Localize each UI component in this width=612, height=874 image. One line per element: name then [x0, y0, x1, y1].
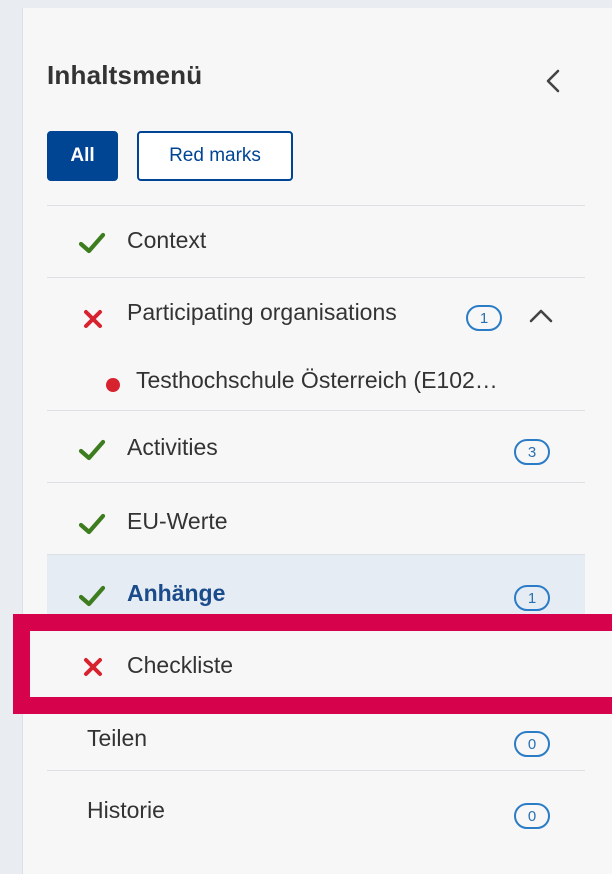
menu-item-label: Historie	[87, 797, 165, 823]
menu-item-label: Participating organisations	[127, 299, 397, 325]
menu-item-label: Activities	[127, 434, 218, 460]
menu-item-activities[interactable]: Activities 3	[47, 410, 585, 482]
collapse-panel-button[interactable]	[539, 66, 567, 96]
filter-red-marks-button[interactable]: Red marks	[137, 131, 293, 181]
count-badge: 3	[514, 439, 550, 465]
menu-item-checkliste[interactable]: Checkliste	[47, 626, 585, 698]
cross-icon	[78, 652, 108, 682]
menu-item-label: Teilen	[87, 725, 148, 751]
submenu-item-label: Testhochschule Österreich (E102…	[136, 367, 498, 393]
menu-item-participating-organisations[interactable]: Participating organisations 1 Testhochsc…	[47, 277, 585, 410]
count-badge: 0	[514, 731, 550, 757]
menu-item-anhaenge[interactable]: Anhänge 1	[47, 554, 585, 626]
menu-item-label: Context	[127, 227, 207, 253]
count-badge: 1	[514, 585, 550, 611]
cross-icon	[78, 304, 108, 334]
menu-item-label: EU-Werte	[127, 508, 228, 534]
count-badge: 1	[466, 305, 502, 331]
checkmark-icon	[77, 509, 107, 539]
menu-item-context[interactable]: Context	[47, 205, 585, 277]
chevron-left-icon	[546, 69, 560, 93]
count-badge: 0	[514, 803, 550, 829]
menu-item-historie[interactable]: Historie 0	[47, 770, 585, 842]
red-dot-icon	[106, 378, 120, 392]
chevron-up-icon[interactable]	[526, 301, 556, 331]
menu-item-eu-werte[interactable]: EU-Werte	[47, 482, 585, 554]
menu-item-label: Checkliste	[127, 652, 234, 678]
checkmark-icon	[77, 435, 107, 465]
checkmark-icon	[77, 581, 107, 611]
filter-all-button[interactable]: All	[47, 131, 118, 181]
menu-item-label: Anhänge	[127, 580, 226, 606]
checkmark-icon	[77, 228, 107, 258]
menu-item-teilen[interactable]: Teilen 0	[47, 698, 585, 770]
content-menu-panel: Inhaltsmenü All Red marks Context Partic…	[22, 8, 612, 874]
panel-title: Inhaltsmenü	[47, 60, 203, 90]
submenu-item-testhochschule[interactable]: Testhochschule Österreich (E102…	[47, 350, 585, 410]
